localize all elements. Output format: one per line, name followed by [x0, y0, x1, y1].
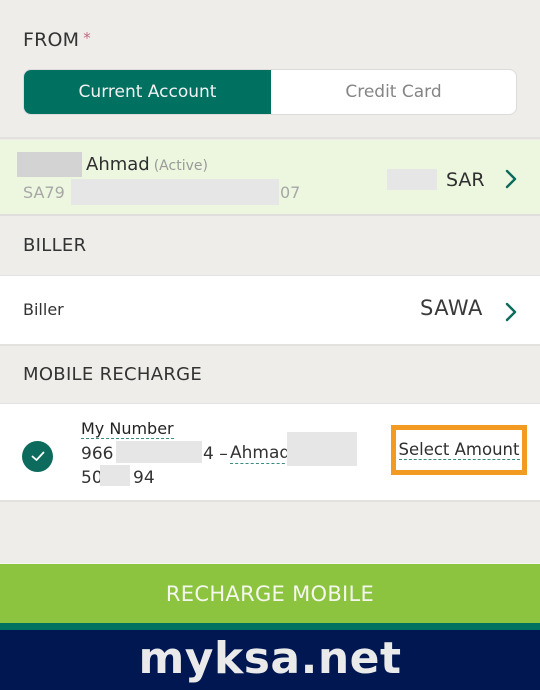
biller-section-header: BILLER [0, 218, 540, 275]
mobile-recharge-header-text: MOBILE RECHARGE [23, 364, 203, 385]
from-section: FROM * Current Account Credit Card [0, 0, 540, 139]
recharge-number-row: My Number 966 4 – Ahmad 50 94 Select Amo… [0, 403, 540, 502]
tab-current-account[interactable]: Current Account [24, 70, 271, 114]
chevron-right-icon[interactable] [504, 168, 518, 190]
redacted-iban [71, 179, 279, 205]
mobile-recharge-section-header: MOBILE RECHARGE [0, 348, 540, 403]
biller-value: SAWA [420, 296, 483, 320]
required-marker: * [83, 29, 91, 47]
payment-source-toggle: Current Account Credit Card [23, 69, 517, 115]
account-name-text: Ahmad [86, 154, 150, 175]
tab-credit-card[interactable]: Credit Card [271, 70, 516, 114]
account-currency: SAR [446, 169, 485, 191]
number-suffix: 4 – [203, 444, 228, 464]
redacted-name [17, 152, 82, 177]
divider-strip [0, 623, 540, 630]
redacted-owner-surname [287, 432, 357, 466]
biller-label: Biller [23, 300, 64, 319]
account-status: (Active) [153, 158, 208, 174]
biller-header-text: BILLER [23, 235, 87, 256]
account-holder-name: Ahmad (Active) [86, 154, 208, 175]
line3-suffix: 94 [133, 468, 155, 488]
from-label-text: FROM [23, 29, 80, 51]
redacted-balance [387, 169, 437, 190]
select-amount-button[interactable]: Select Amount [391, 425, 527, 475]
redacted-number [116, 441, 202, 463]
biller-selector-row[interactable]: Biller SAWA [0, 275, 540, 346]
selected-checkbox[interactable] [22, 441, 53, 472]
chevron-right-icon[interactable] [504, 301, 518, 323]
number-title[interactable]: My Number [81, 420, 174, 439]
recharge-mobile-button[interactable]: RECHARGE MOBILE [0, 563, 540, 623]
redacted-line3 [100, 465, 130, 486]
watermark-text: myksa.net [138, 632, 402, 684]
number-prefix: 966 [81, 444, 114, 464]
iban-prefix: SA79 [23, 183, 65, 202]
checkmark-icon [31, 451, 44, 461]
select-amount-label: Select Amount [398, 440, 520, 460]
iban-suffix: 07 [280, 183, 301, 202]
watermark-banner: myksa.net [0, 630, 540, 690]
owner-name-link[interactable]: Ahmad [230, 444, 291, 464]
from-label: FROM * [23, 29, 91, 51]
